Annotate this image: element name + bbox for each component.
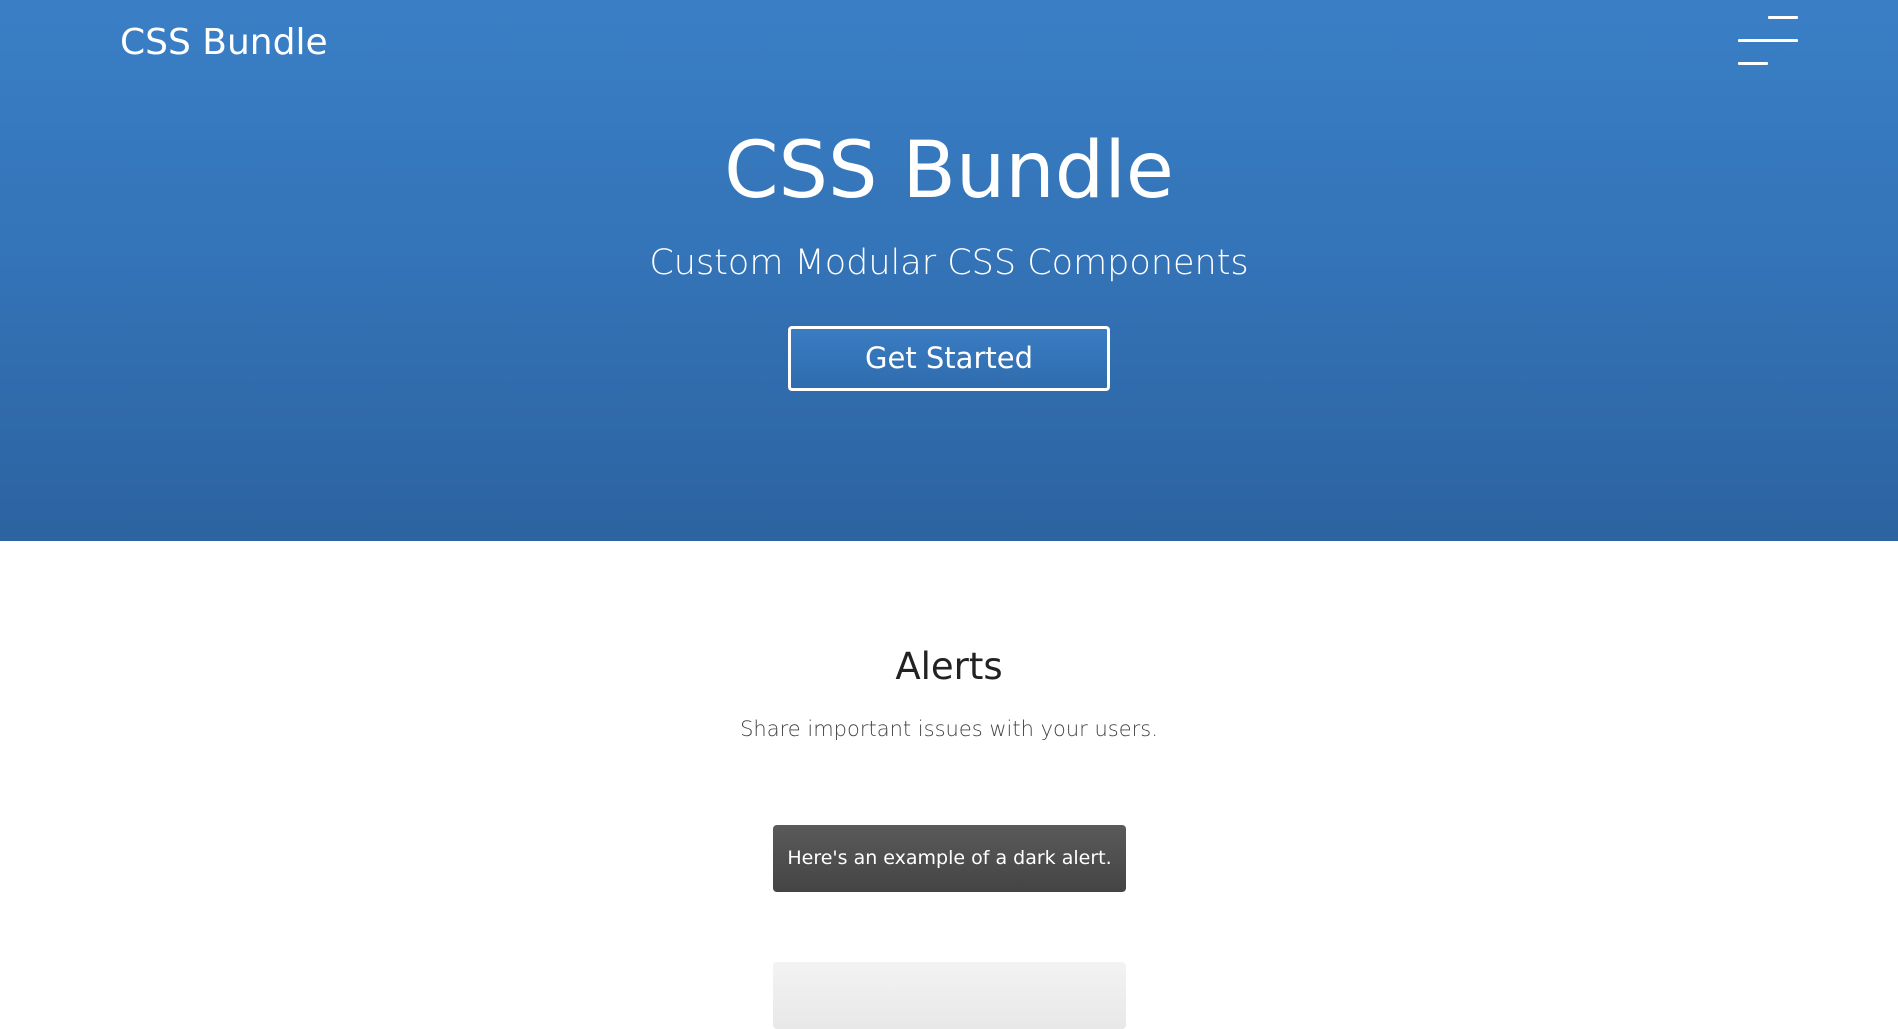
hamburger-menu-icon[interactable] [1736, 16, 1800, 68]
menu-line-middle [1738, 39, 1798, 42]
menu-line-bottom [1738, 62, 1768, 65]
alerts-section-title: Alerts [895, 645, 1003, 688]
hero-title: CSS Bundle [724, 126, 1174, 216]
get-started-button[interactable]: Get Started [788, 326, 1110, 391]
alerts-section-description: Share important issues with your users. [740, 717, 1158, 741]
dark-alert: Here's an example of a dark alert. [773, 825, 1126, 892]
hero-section: CSS Bundle CSS Bundle Custom Modular CSS… [0, 0, 1898, 541]
light-alert [773, 962, 1126, 1029]
brand-logo-link[interactable]: CSS Bundle [120, 20, 328, 66]
menu-line-top [1768, 16, 1798, 19]
hero-subtitle: Custom Modular CSS Components [649, 243, 1249, 283]
